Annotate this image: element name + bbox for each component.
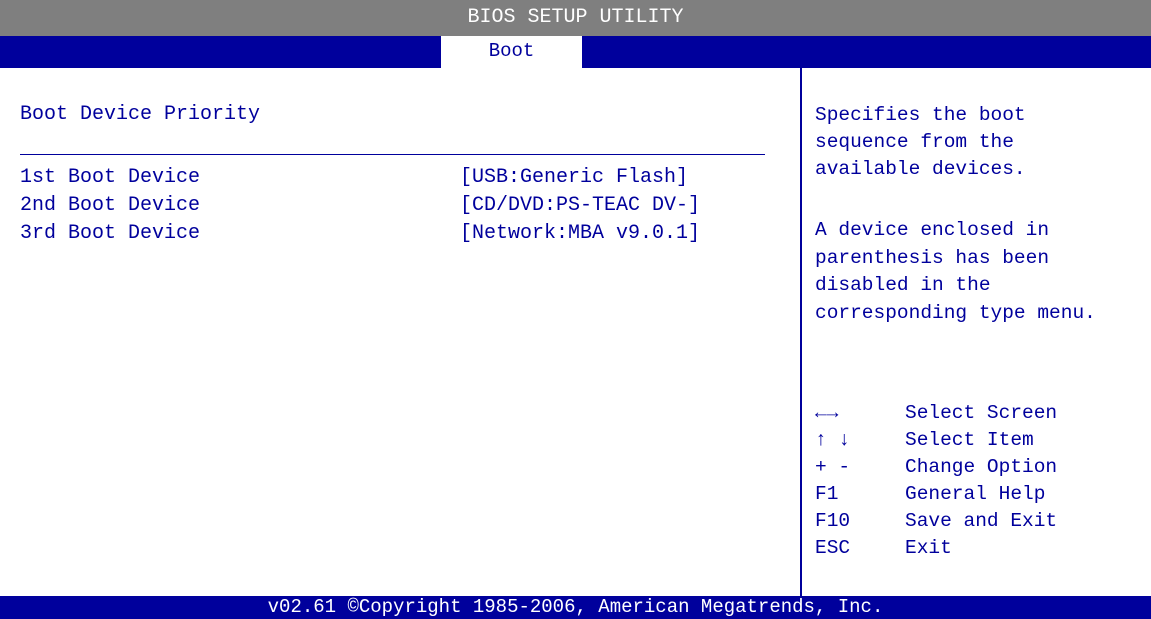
section-title: Boot Device Priority: [20, 103, 261, 126]
key-label: + -: [815, 456, 851, 478]
key-description: Select Screen: [905, 402, 1058, 424]
tab-bar: Boot: [0, 36, 1151, 68]
panel-divider: [800, 68, 802, 596]
help-text: disabled in the: [815, 274, 991, 296]
key-select-item: ↑ ↓ Select Item: [815, 427, 1145, 454]
key-label: F10: [815, 510, 851, 532]
title-bar: BIOS SETUP UTILITY: [0, 0, 1151, 36]
footer: v02.61 ©Copyright 1985-2006, American Me…: [0, 596, 1151, 619]
copyright-text: v02.61 ©Copyright 1985-2006, American Me…: [267, 596, 884, 618]
key-exit: ESC Exit: [815, 535, 1145, 562]
option-label: 1st Boot Device: [20, 166, 201, 189]
help-text: A device enclosed in: [815, 219, 1050, 241]
help-text: available devices.: [815, 158, 1026, 180]
tab-boot[interactable]: Boot: [441, 36, 582, 68]
key-description: General Help: [905, 483, 1046, 505]
bios-screen: BIOS SETUP UTILITY Boot Boot Device Prio…: [0, 0, 1151, 619]
key-label: F1: [815, 483, 839, 505]
key-description: Exit: [905, 537, 952, 559]
help-text: parenthesis has been: [815, 247, 1050, 269]
key-description: Change Option: [905, 456, 1058, 478]
option-label: 3rd Boot Device: [20, 222, 201, 245]
key-label: ESC: [815, 537, 851, 559]
option-1st-boot-device[interactable]: 1st Boot Device [USB:Generic Flash]: [20, 164, 780, 192]
app-title: BIOS SETUP UTILITY: [467, 6, 684, 29]
section-divider: [20, 154, 765, 155]
help-text: Specifies the boot: [815, 104, 1026, 126]
option-value[interactable]: [USB:Generic Flash]: [460, 164, 688, 192]
option-2nd-boot-device[interactable]: 2nd Boot Device [CD/DVD:PS-TEAC DV-]: [20, 192, 780, 220]
key-description: Select Item: [905, 429, 1034, 451]
help-text: corresponding type menu.: [815, 302, 1096, 324]
option-value[interactable]: [CD/DVD:PS-TEAC DV-]: [460, 192, 700, 220]
key-select-screen: ←→ Select Screen: [815, 400, 1145, 427]
key-change-option: + - Change Option: [815, 454, 1145, 481]
key-general-help: F1 General Help: [815, 481, 1145, 508]
option-value[interactable]: [Network:MBA v9.0.1]: [460, 220, 700, 248]
key-save-exit: F10 Save and Exit: [815, 508, 1145, 535]
up-down-arrows-icon: ↑ ↓: [815, 429, 851, 451]
main-panel: Boot Device Priority 1st Boot Device [US…: [0, 68, 795, 596]
help-text: sequence from the: [815, 131, 1014, 153]
key-description: Save and Exit: [905, 510, 1058, 532]
option-3rd-boot-device[interactable]: 3rd Boot Device [Network:MBA v9.0.1]: [20, 220, 780, 248]
left-right-arrows-icon: ←→: [815, 402, 839, 424]
option-label: 2nd Boot Device: [20, 194, 201, 217]
